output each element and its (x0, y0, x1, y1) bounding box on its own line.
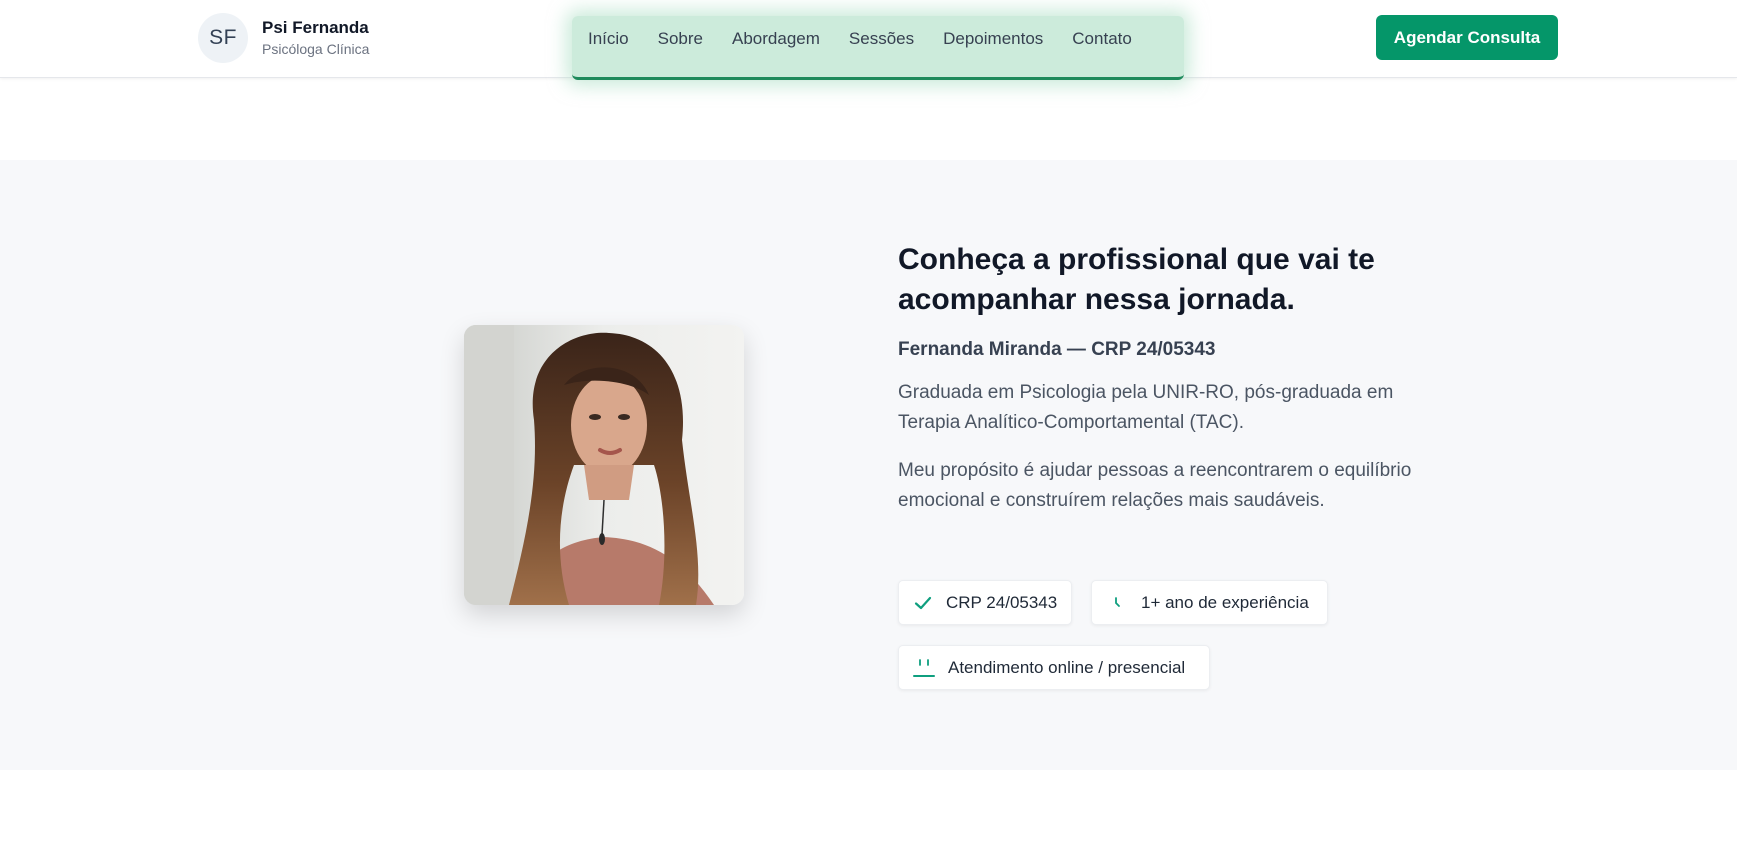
nav-link-depoimentos[interactable]: Depoimentos (943, 29, 1043, 49)
badge-experience-label: 1+ ano de experiência (1141, 592, 1309, 612)
badge-crp-label: CRP 24/05343 (946, 592, 1058, 612)
brand-avatar: SF (198, 13, 248, 63)
about-paragraph-education: Graduada em Psicologia pela UNIR-RO, pós… (898, 382, 1394, 433)
site-header: SF Psi Fernanda Psicóloga Clínica Início… (0, 0, 1737, 80)
badge-attendance-label: Atendimento online / presencial (948, 657, 1186, 677)
about-paragraph-purpose: Meu propósito é ajudar pessoas a reencon… (898, 460, 1412, 511)
brand-text: Psi Fernanda Psicóloga Clínica (262, 17, 369, 59)
badge-attendance: Atendimento online / presencial (898, 645, 1210, 690)
brand[interactable]: SF Psi Fernanda Psicóloga Clínica (198, 13, 369, 63)
badge-experience: 1+ ano de experiência (1091, 580, 1328, 625)
profile-photo-illustration (464, 325, 744, 605)
about-section: Conheça a profissional que vai te acompa… (0, 160, 1737, 770)
nav-link-sessoes[interactable]: Sessões (849, 29, 914, 49)
schedule-appointment-button[interactable]: Agendar Consulta (1376, 15, 1558, 60)
nav-link-contato[interactable]: Contato (1072, 29, 1132, 49)
nav-link-inicio[interactable]: Início (588, 29, 629, 49)
nav-link-abordagem[interactable]: Abordagem (732, 29, 820, 49)
about-heading: Conheça a profissional que vai te acompa… (898, 243, 1375, 316)
check-icon (913, 592, 933, 614)
main-nav: Início Sobre Abordagem Sessões Depoiment… (588, 24, 1132, 54)
brand-subtitle: Psicóloga Clínica (262, 41, 370, 57)
profile-photo (464, 325, 744, 605)
professional-name-crp: Fernanda Miranda — CRP 24/05343 (898, 339, 1216, 360)
about-content: Conheça a profissional que vai te acompa… (898, 240, 1418, 516)
clock-icon (1106, 592, 1128, 614)
laptop-icon (913, 657, 935, 679)
brand-name: Psi Fernanda (262, 18, 369, 37)
nav-link-sobre[interactable]: Sobre (658, 29, 703, 49)
badge-crp: CRP 24/05343 (898, 580, 1072, 625)
